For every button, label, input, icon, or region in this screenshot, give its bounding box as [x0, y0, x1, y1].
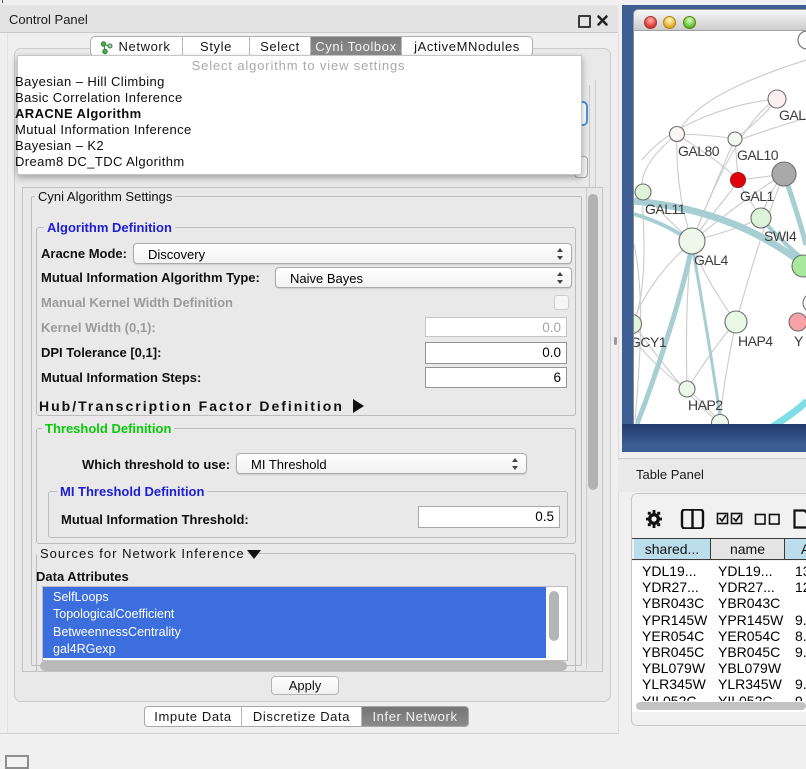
- svg-text:GAL80: GAL80: [678, 143, 720, 159]
- svg-text:GCY1: GCY1: [634, 334, 667, 350]
- svg-text:SWI4: SWI4: [764, 228, 797, 244]
- svg-text:GAL1: GAL1: [740, 188, 775, 204]
- svg-text:HAP2: HAP2: [688, 397, 723, 413]
- svg-text:GAL10: GAL10: [737, 147, 779, 163]
- svg-text:GAL11: GAL11: [645, 201, 686, 217]
- svg-text:HAP4: HAP4: [738, 333, 773, 349]
- svg-text:GAL4: GAL4: [694, 252, 729, 268]
- svg-text:Y: Y: [794, 333, 804, 349]
- svg-text:GAL7: GAL7: [779, 107, 806, 123]
